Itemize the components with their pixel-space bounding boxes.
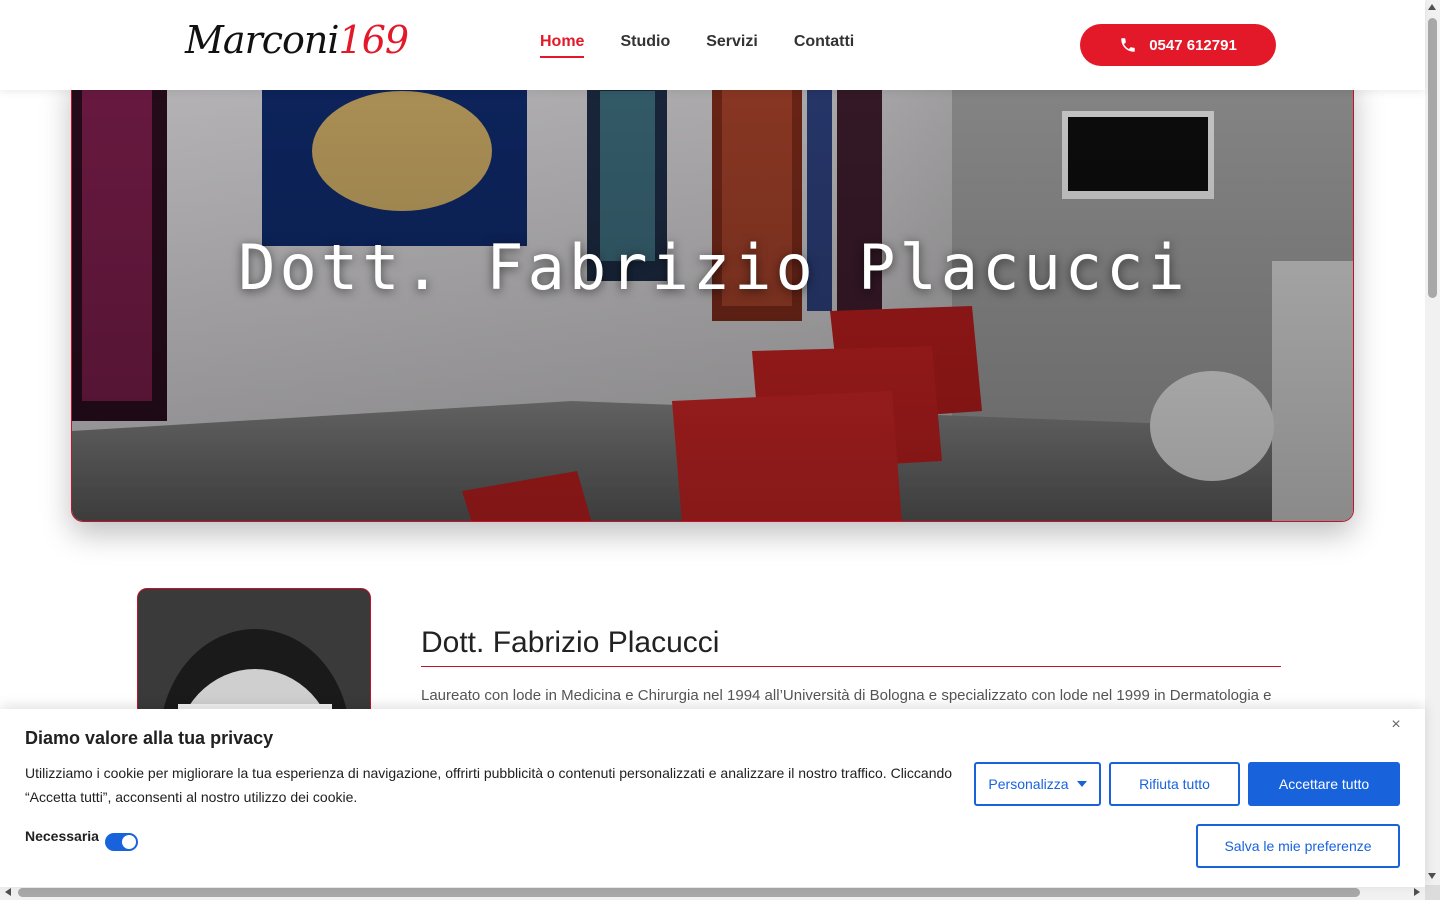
hero-banner: Dott. Fabrizio Placucci: [71, 70, 1354, 522]
cookie-title: Diamo valore alla tua privacy: [25, 728, 274, 748]
main-nav: Home Studio Servizi Contatti: [540, 33, 854, 58]
logo-number: 169: [338, 18, 410, 62]
site-logo[interactable]: Marconi169: [185, 18, 410, 62]
divider: [421, 666, 1281, 667]
logo-text: Marconi: [185, 18, 340, 62]
necessary-toggle[interactable]: [105, 833, 138, 851]
nav-item-home[interactable]: Home: [540, 33, 585, 58]
nav-item-contatti[interactable]: Contatti: [794, 33, 854, 58]
phone-icon: [1121, 38, 1135, 52]
site-header: Marconi169 Home Studio Servizi Contatti …: [0, 0, 1425, 90]
accept-all-button[interactable]: Accettare tutto: [1248, 762, 1400, 806]
horizontal-scroll-thumb[interactable]: [18, 888, 1360, 897]
cookie-description: Utilizziamo i cookie per migliorare la t…: [25, 765, 953, 805]
phone-number: 0547 612791: [1149, 36, 1237, 54]
scroll-down-icon[interactable]: [1428, 873, 1436, 879]
profile-name: Dott. Fabrizio Placucci: [421, 626, 720, 659]
customize-button[interactable]: Personalizza: [974, 762, 1101, 806]
scroll-left-icon[interactable]: [5, 888, 11, 896]
vertical-scroll-thumb[interactable]: [1428, 18, 1437, 298]
vertical-scrollbar[interactable]: [1425, 0, 1440, 885]
scrollbar-corner: [1425, 885, 1440, 900]
profile-bio: Laureato con lode in Medicina e Chirurgi…: [421, 687, 1272, 704]
toggle-knob: [122, 835, 136, 849]
nav-item-servizi[interactable]: Servizi: [706, 33, 758, 58]
scroll-up-icon[interactable]: [1428, 4, 1436, 10]
scroll-right-icon[interactable]: [1414, 888, 1420, 896]
horizontal-scrollbar[interactable]: [0, 885, 1425, 900]
close-icon[interactable]: ×: [1389, 717, 1403, 733]
caret-down-icon: [1076, 781, 1087, 787]
necessary-label: Necessaria: [25, 828, 99, 844]
nav-item-studio[interactable]: Studio: [620, 33, 670, 58]
phone-button[interactable]: 0547 612791: [1080, 24, 1276, 66]
customize-label: Personalizza: [988, 776, 1069, 792]
save-preferences-button[interactable]: Salva le mie preferenze: [1196, 824, 1400, 868]
reject-all-button[interactable]: Rifiuta tutto: [1109, 762, 1240, 806]
cookie-banner: Diamo valore alla tua privacy × Utilizzi…: [0, 709, 1425, 887]
hero-title: Dott. Fabrizio Placucci: [238, 231, 1189, 304]
